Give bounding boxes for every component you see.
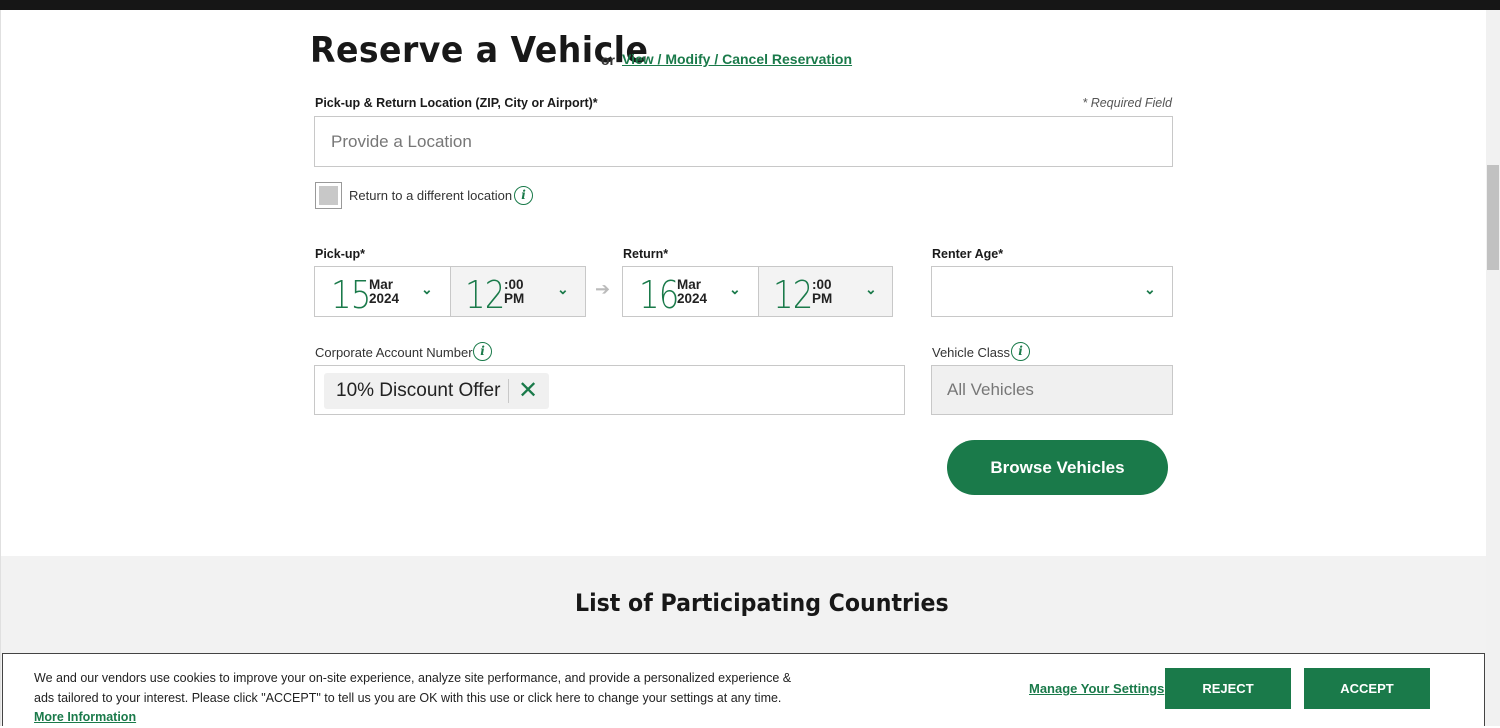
return-different-location-checkbox[interactable] (315, 182, 342, 209)
info-icon[interactable]: i (514, 186, 533, 205)
pickup-date-select[interactable]: 15 Mar 2024 ⌄ (314, 266, 451, 317)
manage-settings-link[interactable]: Manage Your Settings (1029, 681, 1164, 696)
return-year: 2024 (677, 291, 708, 306)
more-information-link[interactable]: More Information (34, 710, 136, 724)
return-time-select[interactable]: 12 :00 PM ⌄ (758, 266, 893, 317)
renter-age-label: Renter Age* (932, 247, 1004, 261)
cookie-text: We and our vendors use cookies to improv… (34, 669, 814, 728)
scrollbar[interactable] (1486, 10, 1500, 726)
return-date-select[interactable]: 16 Mar 2024 ⌄ (622, 266, 759, 317)
return-minutes: :00 (812, 277, 832, 292)
vehicle-class-value: All Vehicles (947, 380, 1034, 399)
chevron-down-icon: ⌄ (421, 281, 433, 297)
chevron-down-icon: ⌄ (865, 281, 877, 297)
chevron-down-icon: ⌄ (729, 281, 741, 297)
info-icon[interactable]: i (1011, 342, 1030, 361)
cookie-banner: We and our vendors use cookies to improv… (2, 653, 1485, 726)
reject-button[interactable]: REJECT (1165, 668, 1291, 709)
chevron-down-icon: ⌄ (557, 281, 569, 297)
vehicle-class-label: Vehicle Class (932, 345, 1011, 360)
location-input[interactable] (314, 116, 1173, 167)
browser-top-bar (0, 0, 1500, 10)
location-label: Pick-up & Return Location (ZIP, City or … (315, 96, 598, 110)
renter-age-select[interactable]: ⌄ (931, 266, 1173, 317)
discount-chip: 10% Discount Offer ✕ (324, 373, 549, 409)
or-text: or (601, 52, 615, 68)
chevron-down-icon: ⌄ (1144, 281, 1156, 297)
scrollbar-thumb[interactable] (1487, 165, 1499, 270)
arrow-right-icon: ➔ (595, 279, 611, 299)
return-label: Return* (623, 247, 669, 261)
corporate-account-label: Corporate Account Number (315, 345, 473, 360)
return-hour: 12 (773, 273, 813, 317)
page-title: Reserve a Vehicle (310, 30, 649, 71)
info-icon[interactable]: i (473, 342, 492, 361)
pickup-minutes: :00 (504, 277, 524, 292)
corporate-account-field[interactable]: 10% Discount Offer ✕ (314, 365, 905, 415)
pickup-ampm: PM (504, 291, 525, 306)
return-different-location-label: Return to a different location (349, 188, 513, 203)
discount-chip-text: 10% Discount Offer (336, 380, 501, 401)
required-field-note: * Required Field (1082, 96, 1172, 110)
pickup-time-select[interactable]: 12 :00 PM ⌄ (450, 266, 586, 317)
return-month: Mar (677, 277, 702, 292)
vehicle-class-select[interactable]: All Vehicles (931, 365, 1173, 415)
return-ampm: PM (812, 291, 833, 306)
cookie-message: We and our vendors use cookies to improv… (34, 671, 792, 705)
pickup-year: 2024 (369, 291, 400, 306)
chip-divider (508, 379, 509, 403)
close-icon[interactable]: ✕ (518, 376, 538, 405)
view-modify-cancel-link[interactable]: View / Modify / Cancel Reservation (622, 51, 852, 67)
accept-button[interactable]: ACCEPT (1304, 668, 1430, 709)
pickup-day: 15 (331, 273, 371, 317)
pickup-month: Mar (369, 277, 394, 292)
pickup-hour: 12 (465, 273, 505, 317)
countries-title: List of Participating Countries (575, 589, 949, 617)
pickup-label: Pick-up* (315, 247, 366, 261)
checkbox-fill (319, 186, 338, 205)
browse-vehicles-button[interactable]: Browse Vehicles (947, 440, 1168, 495)
return-day: 16 (639, 273, 679, 317)
